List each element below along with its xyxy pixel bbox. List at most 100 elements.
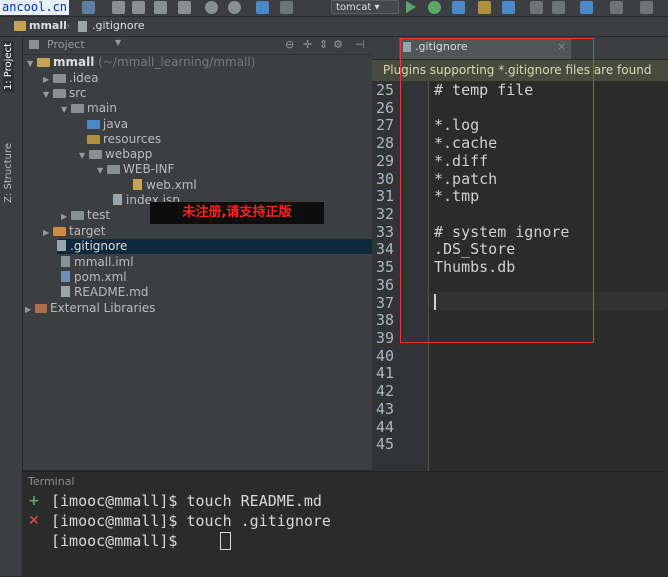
line-number: 29: [376, 152, 395, 170]
project-view-icon: [29, 40, 39, 49]
gear-icon[interactable]: ⚙: [333, 38, 343, 51]
file-icon: [57, 240, 66, 251]
line-number: 44: [376, 418, 395, 436]
undo-icon[interactable]: [82, 1, 95, 14]
copy-icon[interactable]: [132, 1, 145, 14]
line-number: 45: [376, 435, 395, 453]
tree-item-java[interactable]: java: [87, 117, 128, 132]
cut-icon[interactable]: [112, 1, 125, 14]
collapse-icon[interactable]: ⊖: [285, 38, 294, 51]
run-icon[interactable]: [406, 1, 416, 13]
md-file-icon: [61, 286, 70, 297]
chevron-right-icon[interactable]: ▶: [43, 225, 53, 240]
line-number: 30: [376, 170, 395, 188]
excluded-folder-icon: [53, 227, 66, 236]
coverage-icon[interactable]: [452, 1, 465, 14]
project-panel: Project ▼ ⊖ ✛ ⇕ ⚙ ⊣ ▼ mmall (~/mmall_lear…: [23, 37, 372, 470]
tree-item-external-libraries[interactable]: ▶ External Libraries: [25, 301, 155, 316]
folder-icon: [107, 165, 120, 174]
tool-window-stripe: 1: Project Z: Structure: [0, 37, 23, 576]
back-icon[interactable]: [256, 1, 269, 14]
maven-file-icon: [61, 271, 70, 282]
tree-item-webapp[interactable]: ▼ webapp: [79, 147, 152, 162]
forward-icon[interactable]: [280, 1, 293, 14]
tree-item-label: test: [87, 208, 111, 222]
tree-item-readme[interactable]: README.md: [61, 285, 148, 300]
tree-item-label: main: [87, 101, 117, 115]
tree-item-target[interactable]: ▶ target: [43, 224, 106, 239]
tree-item-pom-xml[interactable]: pom.xml: [61, 270, 127, 285]
plus-icon[interactable]: +: [28, 493, 40, 509]
tree-item-resources[interactable]: resources: [87, 132, 161, 147]
terminal-line: [imooc@mmall]$ touch .gitignore: [51, 512, 331, 530]
tree-item-main[interactable]: ▼ main: [61, 101, 117, 116]
tree-item-src[interactable]: ▼ src: [43, 86, 87, 101]
terminal-panel[interactable]: Terminal + ✕ [imooc@mmall]$ touch README…: [23, 471, 668, 577]
project-view-label[interactable]: Project: [47, 38, 85, 51]
resource-folder-icon: [87, 135, 100, 144]
module-icon: [37, 58, 50, 67]
tree-item-label: java: [103, 117, 129, 131]
tree-item-label: resources: [103, 132, 162, 146]
chevron-down-icon[interactable]: ▼: [43, 87, 53, 102]
chevron-down-icon[interactable]: ▼: [27, 56, 37, 71]
sdk-icon[interactable]: [610, 1, 623, 14]
tree-item-label: src: [69, 86, 87, 100]
jsp-file-icon: [113, 194, 122, 205]
breadcrumb-file[interactable]: .gitignore: [92, 19, 145, 32]
close-icon[interactable]: ✕: [28, 513, 40, 529]
project-tool-tab[interactable]: 1: Project: [3, 41, 14, 93]
folder-icon: [14, 21, 26, 31]
tree-item-mmall-iml[interactable]: mmall.iml: [61, 255, 134, 270]
chevron-right-icon[interactable]: ▶: [25, 302, 35, 317]
folder-icon: [53, 89, 66, 98]
debug-icon[interactable]: [428, 1, 441, 14]
paste-icon[interactable]: [154, 1, 167, 14]
tree-item-test[interactable]: ▶ test: [61, 208, 110, 223]
line-number: 40: [376, 347, 395, 365]
tree-item-web-xml[interactable]: web.xml: [133, 178, 197, 193]
settings-icon[interactable]: [530, 1, 543, 14]
tree-item-label: mmall.iml: [74, 255, 134, 269]
line-number: 39: [376, 329, 395, 347]
tree-item-web-inf[interactable]: ▼ WEB-INF: [97, 162, 174, 177]
chevron-right-icon[interactable]: ▶: [61, 209, 71, 224]
line-number: 43: [376, 400, 395, 418]
help-icon[interactable]: [580, 1, 593, 14]
chevron-down-icon[interactable]: ▼: [61, 102, 71, 117]
line-number: 42: [376, 382, 395, 400]
line-number: 37: [376, 294, 395, 312]
tree-item-label: web.xml: [146, 178, 197, 192]
chevron-down-icon[interactable]: ▼: [79, 148, 89, 163]
file-icon: [78, 21, 87, 32]
search-everywhere-icon[interactable]: [640, 1, 653, 14]
tree-item-path: (~/mmall_learning/mmall): [98, 55, 256, 69]
tree-item-mmall[interactable]: ▼ mmall (~/mmall_learning/mmall): [27, 55, 255, 70]
line-number: 31: [376, 187, 395, 205]
watermark: ancool.cn: [0, 0, 70, 15]
chevron-right-icon[interactable]: ▶: [43, 72, 53, 87]
xml-file-icon: [133, 179, 142, 190]
scroll-from-source-icon[interactable]: ✛: [303, 38, 312, 51]
line-number: 35: [376, 258, 395, 276]
sort-icon[interactable]: ⇕: [319, 38, 328, 51]
tree-item-gitignore[interactable]: .gitignore: [57, 239, 372, 254]
hide-panel-icon[interactable]: ⊣: [355, 38, 365, 51]
line-number: 38: [376, 311, 395, 329]
clipboard-icon[interactable]: [178, 1, 191, 14]
vcs-icon[interactable]: [502, 1, 515, 14]
build-icon[interactable]: [478, 1, 491, 14]
libraries-icon: [35, 304, 47, 313]
tree-item-idea[interactable]: ▶ .idea: [43, 71, 99, 86]
find-icon[interactable]: [205, 1, 218, 14]
chevron-down-icon[interactable]: ▼: [97, 163, 107, 178]
chevron-down-icon[interactable]: ▼: [115, 38, 121, 47]
terminal-title[interactable]: Terminal: [28, 475, 75, 488]
replace-icon[interactable]: [228, 1, 241, 14]
breadcrumb-project[interactable]: mmall: [29, 19, 67, 32]
run-configuration-select[interactable]: tomcat ▾: [331, 0, 399, 14]
line-number: 36: [376, 276, 395, 294]
line-number: 25: [376, 81, 395, 99]
structure-icon[interactable]: [552, 1, 565, 14]
structure-tool-tab[interactable]: Z: Structure: [3, 143, 14, 203]
